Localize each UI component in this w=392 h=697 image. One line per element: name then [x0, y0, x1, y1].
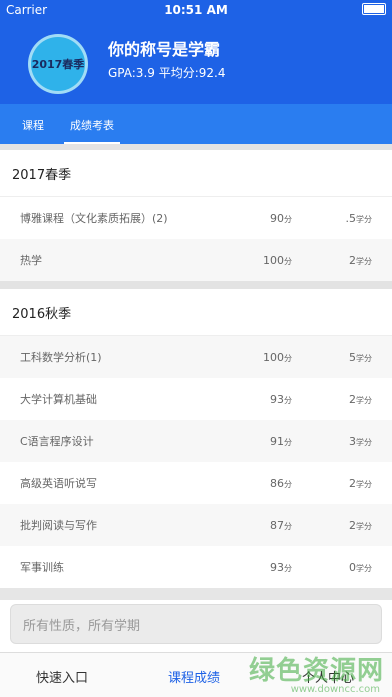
- term-header: 2016秋季: [0, 289, 392, 336]
- tab-grades[interactable]: 成绩考表: [70, 117, 114, 133]
- nav-quick-entry[interactable]: 快速入口: [36, 667, 88, 686]
- course-score: 86分: [270, 476, 292, 490]
- tab-bar: 课程 成绩考表: [0, 104, 392, 144]
- course-name: 热学: [20, 254, 42, 267]
- course-name: 大学计算机基础: [20, 393, 97, 406]
- grades-list[interactable]: 2017春季 博雅课程（文化素质拓展）(2) 90分 .5学分 热学 100分 …: [0, 144, 392, 600]
- course-name: 军事训练: [20, 561, 64, 574]
- course-score: 100分: [263, 253, 292, 267]
- course-credit: 2学分: [349, 518, 372, 532]
- term-header: 2017春季: [0, 150, 392, 197]
- profile-header: 2017春季 你的称号是学霸 GPA:3.9 平均分:92.4: [0, 20, 392, 104]
- course-name: 博雅课程（文化素质拓展）(2): [20, 212, 168, 225]
- course-name: 批判阅读与写作: [20, 519, 97, 532]
- course-score: 91分: [270, 434, 292, 448]
- table-row[interactable]: 批判阅读与写作 87分 2学分: [0, 504, 392, 546]
- gpa-summary: GPA:3.9 平均分:92.4: [108, 66, 226, 80]
- bottom-nav: 快速入口 课程成绩 个人中心 绿色资源网 www.downcc.com: [0, 652, 392, 697]
- course-score: 90分: [270, 211, 292, 225]
- course-score: 93分: [270, 560, 292, 574]
- course-score: 87分: [270, 518, 292, 532]
- watermark-url: www.downcc.com: [290, 684, 380, 695]
- table-row[interactable]: 博雅课程（文化素质拓展）(2) 90分 .5学分: [0, 197, 392, 239]
- table-row[interactable]: 热学 100分 2学分: [0, 239, 392, 281]
- course-credit: 2学分: [349, 476, 372, 490]
- status-bar: Carrier 10:51 AM: [0, 0, 392, 20]
- course-score: 93分: [270, 392, 292, 406]
- course-name: 工科数学分析(1): [20, 351, 102, 364]
- filter-select[interactable]: 所有性质，所有学期: [10, 604, 382, 644]
- status-time: 10:51 AM: [164, 3, 228, 17]
- watermark-logo: 绿色资源网: [248, 656, 384, 686]
- course-credit: .5学分: [345, 211, 373, 225]
- nav-course-grades[interactable]: 课程成绩: [168, 667, 220, 686]
- battery-icon: [362, 3, 386, 17]
- table-row[interactable]: 大学计算机基础 93分 2学分: [0, 378, 392, 420]
- table-row[interactable]: 军事训练 93分 0学分: [0, 546, 392, 588]
- course-credit: 2学分: [349, 253, 372, 267]
- course-name: 高级英语听说写: [20, 477, 97, 490]
- course-score: 100分: [263, 350, 292, 364]
- tab-courses[interactable]: 课程: [22, 117, 44, 133]
- course-credit: 2学分: [349, 392, 372, 406]
- course-credit: 0学分: [349, 560, 372, 574]
- table-row[interactable]: C语言程序设计 91分 3学分: [0, 420, 392, 462]
- course-credit: 3学分: [349, 434, 372, 448]
- course-name: C语言程序设计: [20, 435, 94, 448]
- table-row[interactable]: 工科数学分析(1) 100分 5学分: [0, 336, 392, 378]
- course-credit: 5学分: [349, 350, 372, 364]
- page-title: 你的称号是学霸: [108, 40, 221, 59]
- avatar[interactable]: 2017春季: [28, 34, 88, 94]
- table-row[interactable]: 高级英语听说写 86分 2学分: [0, 462, 392, 504]
